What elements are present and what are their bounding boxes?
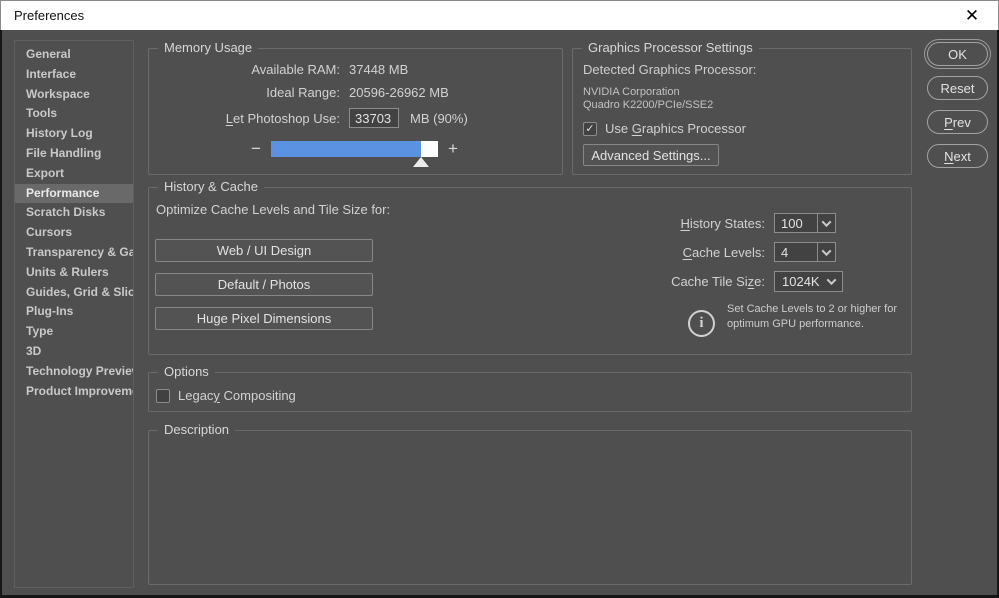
cache-tile-size-dropdown[interactable]: 1024K (774, 271, 843, 292)
mb-percent-label: MB (90%) (410, 110, 468, 126)
chevron-down-icon (821, 245, 832, 256)
sidebar-item-product-improvement[interactable]: Product Improvement (15, 382, 133, 402)
legacy-compositing-checkbox[interactable]: ✓ (156, 388, 170, 403)
sidebar-item-3d[interactable]: 3D (15, 342, 133, 362)
slider-minus-button[interactable]: − (247, 139, 265, 159)
sidebar-item-cursors[interactable]: Cursors (15, 223, 133, 243)
sidebar-item-tools[interactable]: Tools (15, 104, 133, 124)
sidebar-item-history-log[interactable]: History Log (15, 124, 133, 144)
memory-usage-group: Memory Usage Available RAM: 37448 MB Ide… (148, 40, 563, 175)
cache-levels-label: Cache Levels: (682, 244, 765, 260)
sidebar-item-export[interactable]: Export (15, 164, 133, 184)
use-graphics-processor-label: Use Graphics Processor (605, 121, 746, 136)
gpu-model: Quadro K2200/PCIe/SSE2 (583, 99, 714, 111)
cache-levels-dropdown-button[interactable] (817, 243, 835, 261)
chevron-down-icon (821, 216, 832, 227)
cache-levels-combo[interactable]: 4 (774, 242, 836, 262)
sidebar-item-type[interactable]: Type (15, 322, 133, 342)
cache-tile-size-value: 1024K (782, 274, 820, 289)
chevron-down-icon (826, 275, 837, 286)
options-legend: Options (158, 364, 215, 379)
memory-slider-fill (271, 141, 422, 157)
sidebar-item-units-rulers[interactable]: Units & Rulers (15, 263, 133, 283)
sidebar-item-interface[interactable]: Interface (15, 65, 133, 85)
sidebar-item-scratch-disks[interactable]: Scratch Disks (15, 203, 133, 223)
description-group: Description (148, 422, 912, 585)
let-photoshop-use-label: Let Photoshop Use: (225, 110, 340, 126)
available-ram-value: 37448 MB (349, 62, 409, 77)
slider-plus-button[interactable]: + (444, 139, 462, 159)
ideal-range-label: Ideal Range: (266, 85, 340, 100)
huge-pixel-dimensions-button[interactable]: Huge Pixel Dimensions (155, 307, 373, 330)
sidebar-item-file-handling[interactable]: File Handling (15, 144, 133, 164)
history-states-dropdown-button[interactable] (817, 214, 835, 232)
cache-tile-size-label: Cache Tile Size: (671, 274, 765, 289)
history-states-combo[interactable]: 100 (774, 213, 836, 233)
dialog-body: General Interface Workspace Tools Histor… (2, 30, 997, 595)
gpu-vendor: NVIDIA Corporation (583, 86, 680, 98)
let-photoshop-use-input[interactable] (349, 108, 399, 128)
sidebar-item-transparency-gamut[interactable]: Transparency & Gamut (15, 243, 133, 263)
window-title: Preferences (14, 8, 85, 23)
info-icon: i (688, 310, 715, 337)
history-states-value[interactable]: 100 (775, 214, 817, 232)
prev-button[interactable]: Prev (927, 110, 988, 134)
cache-levels-info-note: Set Cache Levels to 2 or higher for opti… (727, 303, 897, 330)
history-cache-group: History & Cache Optimize Cache Levels an… (148, 179, 912, 355)
sidebar-item-workspace[interactable]: Workspace (15, 85, 133, 105)
legacy-compositing-label: Legacy Compositing (178, 388, 296, 403)
options-group: Options ✓ Legacy Compositing (148, 364, 912, 412)
preferences-sidebar: General Interface Workspace Tools Histor… (14, 40, 134, 588)
available-ram-label: Available RAM: (251, 62, 340, 77)
history-cache-legend: History & Cache (158, 179, 264, 194)
sidebar-item-technology-previews[interactable]: Technology Previews (15, 362, 133, 382)
sidebar-item-plug-ins[interactable]: Plug-Ins (15, 302, 133, 322)
web-ui-design-button[interactable]: Web / UI Design (155, 239, 373, 262)
graphics-processor-group: Graphics Processor Settings Detected Gra… (572, 40, 912, 175)
default-photos-button[interactable]: Default / Photos (155, 273, 373, 296)
sidebar-item-guides-grid-slices[interactable]: Guides, Grid & Slices (15, 283, 133, 303)
detected-gpu-label: Detected Graphics Processor: (583, 62, 757, 77)
gpu-info: NVIDIA Corporation Quadro K2200/PCIe/SSE… (583, 86, 911, 112)
memory-slider-track[interactable] (271, 141, 438, 167)
sidebar-item-performance[interactable]: Performance (15, 183, 133, 204)
reset-button[interactable]: Reset (927, 76, 988, 100)
ok-button[interactable]: OK (924, 39, 991, 69)
cache-levels-value[interactable]: 4 (775, 243, 817, 261)
memory-slider: − + (247, 139, 562, 167)
titlebar: Preferences ✕ (0, 0, 999, 30)
ideal-range-value: 20596-26962 MB (349, 85, 449, 100)
history-states-label: History States: (680, 215, 765, 231)
sidebar-item-general[interactable]: General (15, 45, 133, 65)
next-button[interactable]: Next (927, 144, 988, 168)
memory-usage-legend: Memory Usage (158, 40, 259, 55)
use-graphics-processor-checkbox[interactable]: ✓ (583, 121, 597, 136)
check-icon: ✓ (585, 123, 595, 135)
description-legend: Description (158, 422, 236, 437)
close-icon[interactable]: ✕ (952, 1, 992, 30)
memory-slider-thumb[interactable] (413, 157, 430, 167)
advanced-settings-button[interactable]: Advanced Settings... (583, 144, 719, 166)
graphics-processor-legend: Graphics Processor Settings (582, 40, 759, 55)
